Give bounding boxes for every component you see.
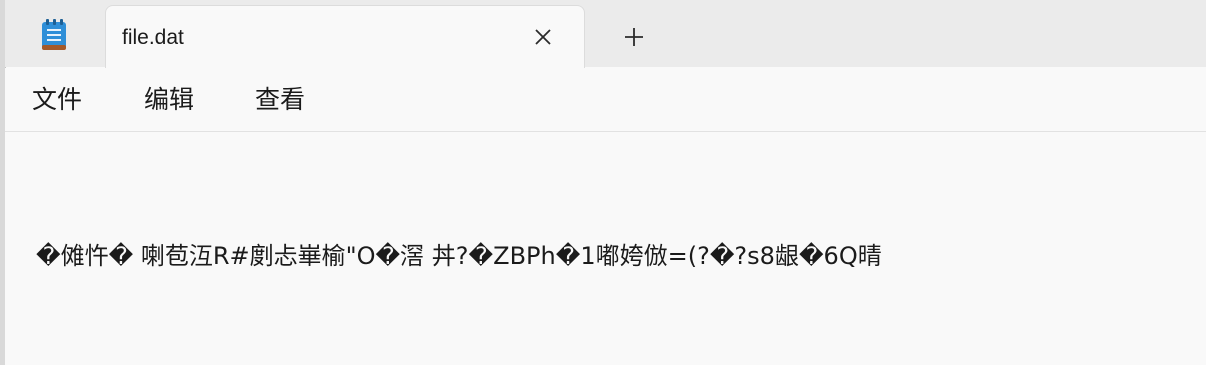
tab-title: file.dat — [122, 26, 184, 49]
plus-icon[interactable] — [617, 20, 651, 54]
close-icon[interactable] — [528, 22, 558, 52]
notepad-icon — [39, 17, 71, 53]
title-bar: file.dat — [5, 0, 1206, 68]
editor-content: �傩忤� 喇苞沍R#剫忐崋榆"O�滘 丼?�ZBPh�1嘟姱倣=(?�?s8龈�… — [36, 242, 882, 270]
menu-file[interactable]: 文件 — [32, 84, 82, 116]
text-editor[interactable]: �傩忤� 喇苞沍R#剫忐崋榆"O�滘 丼?�ZBPh�1嘟姱倣=(?�?s8龈�… — [5, 132, 1206, 365]
menu-bar: 文件 编辑 查看 — [5, 68, 1206, 132]
menu-edit[interactable]: 编辑 — [144, 84, 194, 116]
tab-file[interactable]: file.dat — [105, 5, 585, 68]
menu-view[interactable]: 查看 — [255, 84, 305, 116]
